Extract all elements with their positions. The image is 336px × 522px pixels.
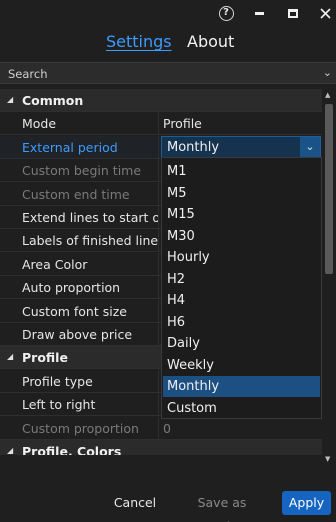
- property-row[interactable]: External period Monthly ⌄: [0, 135, 322, 159]
- column-separator: [158, 393, 159, 417]
- period-select-value: Monthly: [167, 139, 220, 155]
- footer: Cancel Save as template Apply: [0, 482, 336, 522]
- dropdown-option[interactable]: M5: [163, 183, 320, 204]
- column-separator: [158, 182, 159, 206]
- dropdown-option[interactable]: M1: [163, 161, 320, 182]
- apply-button[interactable]: Apply: [282, 491, 331, 515]
- property-value[interactable]: 0: [163, 421, 321, 436]
- maximize-icon: [288, 8, 298, 18]
- column-separator: [158, 112, 159, 136]
- property-name: External period: [22, 139, 118, 155]
- column-separator: [158, 276, 159, 300]
- period-dropdown-list: M1 M5 M15 M30 Hourly H2 H4 H6 Daily Weekly Monthly…: [161, 157, 322, 419]
- property-name: Draw above price: [22, 327, 133, 342]
- chevron-down-icon[interactable]: ⌄: [300, 136, 320, 158]
- scroll-up-icon[interactable]: ▲: [325, 91, 330, 99]
- minimize-button[interactable]: [249, 3, 269, 23]
- property-name: Extend lines to start o...: [22, 210, 158, 225]
- maximize-button[interactable]: [283, 3, 303, 23]
- column-separator: [158, 416, 159, 440]
- tab-settings[interactable]: Settings: [106, 32, 172, 51]
- collapse-triangle-icon[interactable]: ◢: [7, 95, 13, 104]
- column-separator: [158, 229, 159, 253]
- cancel-button[interactable]: Cancel: [112, 491, 158, 515]
- help-button[interactable]: ?: [216, 3, 236, 23]
- column-separator: [158, 299, 159, 323]
- column-separator: [158, 159, 159, 183]
- category-label: Common: [22, 93, 84, 108]
- property-name: Profile type: [22, 373, 93, 389]
- period-select[interactable]: Monthly ⌄: [161, 135, 321, 159]
- dropdown-option[interactable]: H2: [163, 269, 320, 290]
- dropdown-option[interactable]: H6: [163, 312, 320, 333]
- dropdown-option[interactable]: H4: [163, 290, 320, 311]
- dropdown-option[interactable]: Monthly: [163, 376, 320, 397]
- minimize-icon: [254, 11, 264, 15]
- save-as-template-button[interactable]: Save as template: [172, 491, 272, 522]
- category-row[interactable]: ◢ Profile. Colors: [0, 440, 322, 455]
- search-bar: ⌄: [0, 62, 336, 84]
- category-label: Profile: [22, 350, 68, 366]
- close-button[interactable]: [315, 3, 335, 23]
- title-bar: ?: [0, 0, 336, 26]
- category-label: Profile. Colors: [22, 444, 122, 455]
- dropdown-option[interactable]: M15: [163, 204, 320, 225]
- chevron-down-icon[interactable]: ⌄: [323, 66, 332, 79]
- property-name: Custom begin time: [22, 163, 142, 179]
- column-separator: [158, 369, 159, 393]
- collapse-triangle-icon[interactable]: ◢: [7, 446, 13, 455]
- dropdown-option[interactable]: Custom: [163, 398, 320, 419]
- column-separator: [158, 323, 159, 346]
- search-input[interactable]: [8, 65, 308, 82]
- vertical-scrollbar[interactable]: ▲ ▼: [322, 89, 336, 465]
- tab-about[interactable]: About: [187, 32, 234, 51]
- property-name: Custom font size: [22, 303, 127, 319]
- scrollbar-thumb[interactable]: [325, 104, 333, 274]
- property-name: Left to right: [22, 397, 96, 413]
- dropdown-option[interactable]: Daily: [163, 333, 320, 354]
- column-separator: [158, 206, 159, 229]
- collapse-triangle-icon[interactable]: ◢: [7, 352, 13, 361]
- property-row[interactable]: Custom proportion 0: [0, 416, 322, 440]
- column-separator: [158, 252, 159, 276]
- close-icon: [319, 7, 331, 19]
- property-row[interactable]: Mode Profile: [0, 112, 322, 136]
- property-name: Mode: [22, 116, 57, 132]
- property-name: Auto proportion: [22, 280, 121, 296]
- dropdown-option[interactable]: Weekly: [163, 355, 320, 376]
- property-name: Labels of finished lines: [22, 233, 158, 249]
- category-row[interactable]: ◢ Common: [0, 89, 322, 112]
- dropdown-option[interactable]: M30: [163, 226, 320, 247]
- scroll-down-icon[interactable]: ▼: [325, 455, 330, 463]
- help-icon: ?: [218, 5, 234, 21]
- column-separator: [158, 135, 159, 159]
- tab-bar: Settings About: [0, 30, 336, 58]
- dropdown-option[interactable]: Hourly: [163, 247, 320, 268]
- property-value[interactable]: Profile: [163, 116, 321, 131]
- property-name: Area Color: [22, 256, 88, 272]
- property-name: Custom end time: [22, 186, 130, 202]
- property-name: Custom proportion: [22, 420, 139, 436]
